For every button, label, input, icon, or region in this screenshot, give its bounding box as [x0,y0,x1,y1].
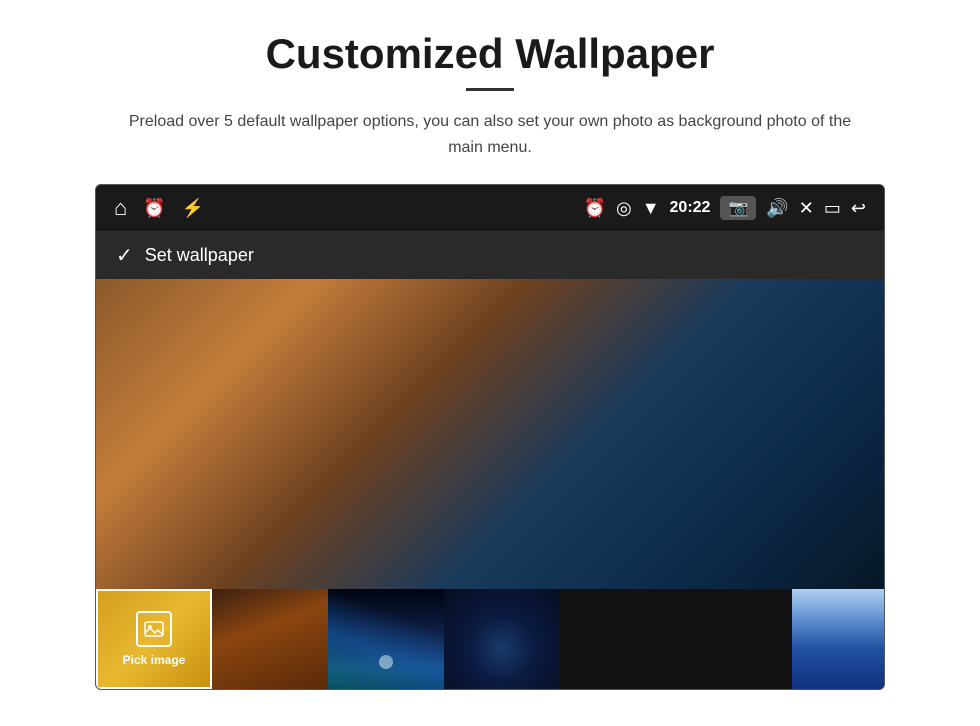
status-bar: ⌂ ⏰ ⚡ ⏰ ◎ ▼ 20:22 📷 🔊 ✕ ▭ ↩ [96,185,884,231]
camera-badge: 📷 [720,196,756,220]
status-left: ⌂ ⏰ ⚡ [114,195,204,221]
window-icon: ▭ [824,198,841,219]
back-icon: ↩ [851,198,866,219]
wifi-icon: ▼ [642,198,660,219]
alarm-icon: ⏰ [143,198,165,219]
pick-image-label: Pick image [123,653,186,667]
volume-icon: 🔊 [766,198,788,219]
wallpaper-thumb-4[interactable] [444,589,560,689]
wallpaper-thumb-5[interactable] [560,589,676,689]
usb-icon: ⚡ [182,198,204,219]
pick-image-icon [136,611,172,647]
page-title: Customized Wallpaper [266,30,715,78]
page-container: Customized Wallpaper Preload over 5 defa… [0,0,980,726]
title-divider [466,88,514,91]
pick-image-thumb[interactable]: Pick image [96,589,212,689]
device-screen: ⌂ ⏰ ⚡ ⏰ ◎ ▼ 20:22 📷 🔊 ✕ ▭ ↩ ✓ Set wallpa… [95,184,885,690]
page-subtitle: Preload over 5 default wallpaper options… [110,109,870,160]
location-icon: ◎ [616,198,632,219]
camera-icon: 📷 [728,198,748,218]
wallpaper-thumb-2[interactable] [212,589,328,689]
wallpaper-bar-label: Set wallpaper [145,245,254,266]
check-icon: ✓ [116,243,133,268]
close-icon: ✕ [799,198,814,219]
wallpaper-thumb-6[interactable] [676,589,792,689]
wallpaper-thumb-7[interactable] [792,589,884,689]
thumbnail-strip: Pick image [96,589,884,689]
wallpaper-thumb-3[interactable] [328,589,444,689]
wallpaper-preview [96,279,884,589]
wallpaper-bar: ✓ Set wallpaper [96,231,884,279]
alarm-right-icon: ⏰ [584,198,606,219]
status-right: ⏰ ◎ ▼ 20:22 📷 🔊 ✕ ▭ ↩ [584,196,866,220]
time-display: 20:22 [670,199,711,217]
home-icon: ⌂ [114,195,127,221]
